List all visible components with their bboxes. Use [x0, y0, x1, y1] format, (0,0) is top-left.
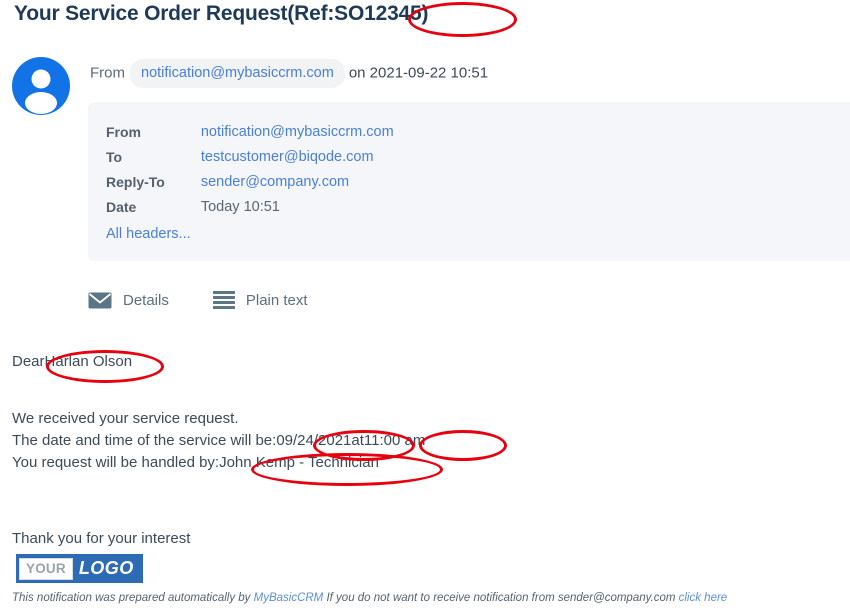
annotation-time — [419, 430, 507, 461]
body-line-2: The date and time of the service will be… — [12, 430, 425, 452]
plain-text-button[interactable]: Plain text — [212, 291, 308, 309]
table-row: Date Today 10:51 — [106, 199, 394, 224]
message-actions: Details Plain text — [88, 291, 308, 309]
table-row: Reply-To sender@company.com — [106, 174, 394, 199]
company-logo: YOUR LOGO — [16, 554, 143, 583]
header-key-reply-to: Reply-To — [106, 174, 165, 190]
closing-line: Thank you for your interest — [12, 530, 191, 547]
details-label: Details — [123, 291, 169, 309]
footer-part-1: This notification was prepared automatic… — [12, 592, 254, 604]
table-row: From notification@mybasiccrm.com — [106, 124, 394, 149]
unsubscribe-link[interactable]: click here — [679, 592, 728, 604]
greeting-line: DearHarlan Olson — [12, 353, 132, 370]
customer-name: Harlan Olson — [44, 353, 133, 370]
header-key-date: Date — [106, 199, 137, 215]
from-label: From — [90, 64, 125, 82]
greeting-prefix: Dear — [12, 353, 45, 370]
header-key-to: To — [106, 149, 123, 165]
envelope-icon — [88, 292, 112, 309]
technician-name: John Kemp - Technician — [219, 454, 379, 471]
header-value-from[interactable]: notification@mybasiccrm.com — [201, 124, 394, 149]
email-headers-panel: From notification@mybasiccrm.com To test… — [88, 102, 850, 261]
page-title-ref: SO12345 — [334, 2, 422, 25]
body-line-2-mid: at — [351, 432, 364, 449]
body-line-3-prefix: You request will be handled by: — [12, 454, 220, 471]
details-button[interactable]: Details — [88, 292, 169, 309]
table-row: To testcustomer@biqode.com — [106, 149, 394, 174]
message-body: We received your service request. The da… — [12, 408, 425, 474]
body-line-1: We received your service request. — [12, 410, 239, 427]
body-line-3: You request will be handled by:John Kemp… — [12, 452, 425, 474]
headers-table: From notification@mybasiccrm.com To test… — [106, 124, 394, 224]
page-title-suffix: ) — [421, 2, 429, 25]
plain-text-label: Plain text — [245, 291, 308, 309]
footer-part-2: If you do not want to receive notificati… — [323, 592, 679, 604]
lines-icon — [212, 291, 235, 309]
page-title-prefix: Your Service Order Request(Ref: — [14, 2, 335, 25]
received-timestamp: on 2021-09-22 10:51 — [348, 64, 489, 82]
header-value-to[interactable]: testcustomer@biqode.com — [201, 149, 394, 174]
logo-logo-text: LOGO — [78, 558, 134, 578]
body-line-2-prefix: The date and time of the service will be… — [12, 432, 277, 449]
header-value-reply-to[interactable]: sender@company.com — [201, 174, 394, 199]
header-key-from: From — [106, 124, 141, 140]
person-avatar-icon — [12, 57, 70, 115]
service-time: 11:00 am — [363, 432, 426, 449]
footer-note: This notification was prepared automatic… — [12, 592, 727, 604]
service-date: 09/24/2021 — [276, 432, 352, 449]
page-title: Your Service Order Request(Ref:SO12345) — [14, 2, 429, 26]
logo-your-text: YOUR — [19, 557, 73, 580]
header-value-date: Today 10:51 — [200, 199, 280, 215]
all-headers-link[interactable]: All headers... — [106, 226, 191, 242]
mybasiccrm-link[interactable]: MyBasicCRM — [254, 592, 324, 604]
sender-line: From notification@mybasiccrm.com on 2021-0… — [90, 59, 488, 88]
sender-address-pill[interactable]: notification@mybasiccrm.com — [130, 59, 345, 88]
avatar — [12, 57, 70, 115]
